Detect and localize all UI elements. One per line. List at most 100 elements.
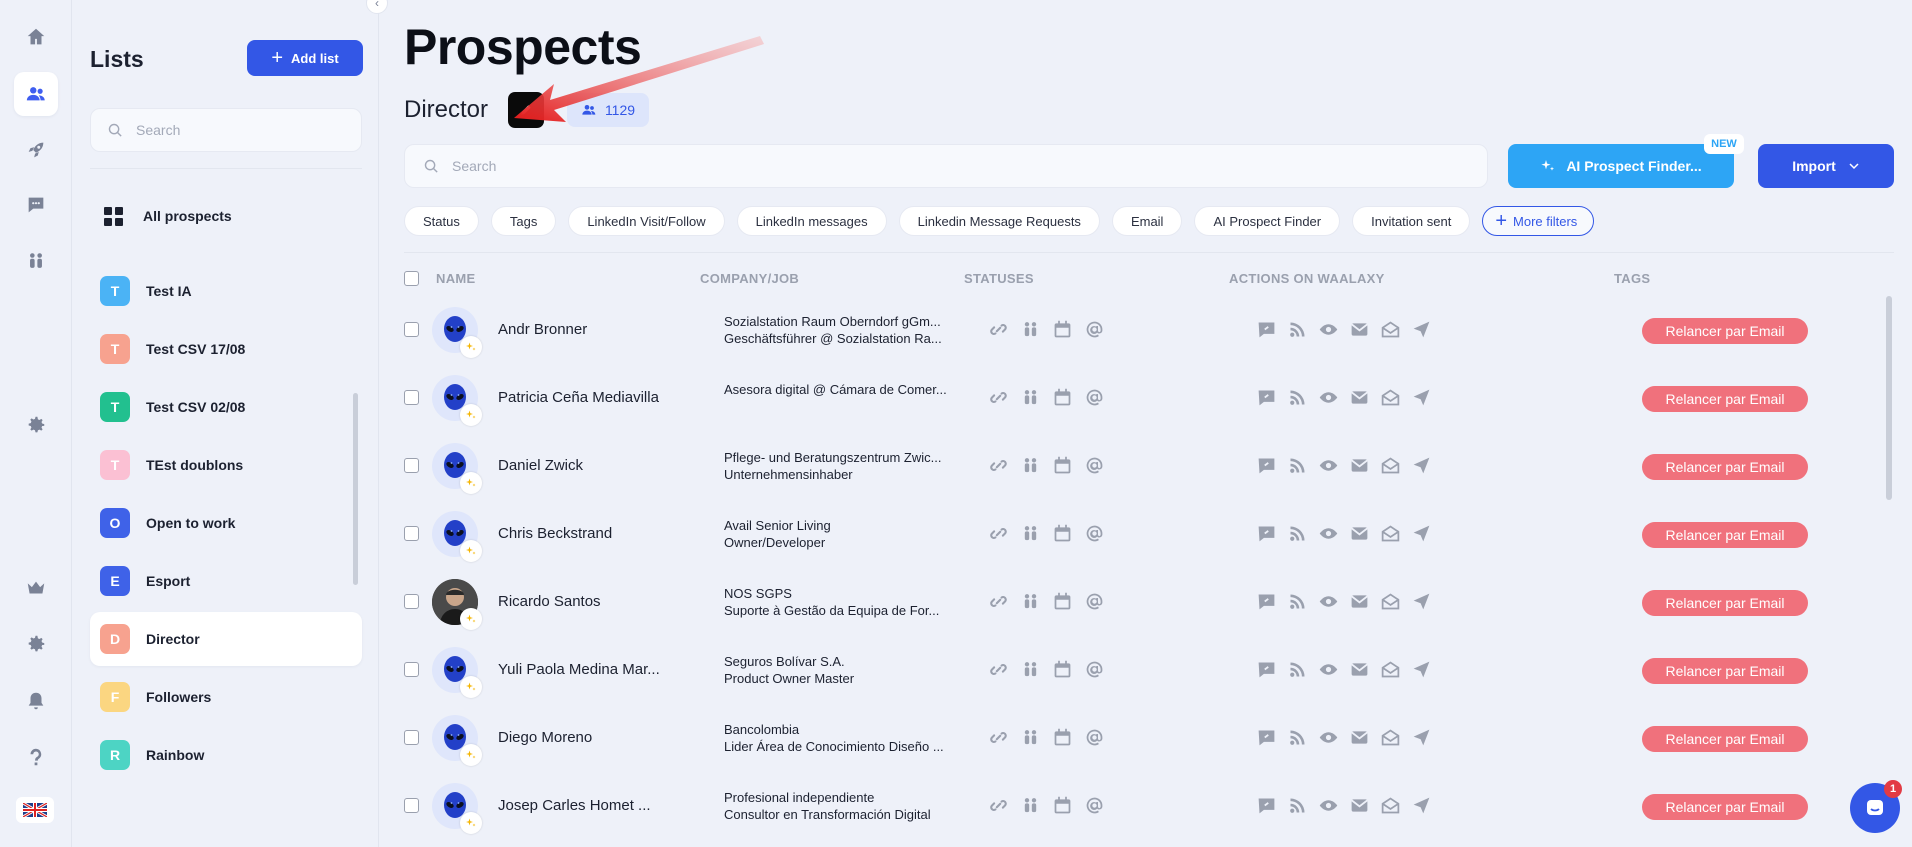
table-row[interactable]: Josep Carles Homet ... Profesional indep… [404,772,1894,840]
send-icon[interactable] [1411,523,1432,544]
at-icon[interactable] [1084,523,1105,544]
at-icon[interactable] [1084,727,1105,748]
email-open-icon[interactable] [1380,387,1401,408]
calendar-icon[interactable] [1052,387,1073,408]
filter-linkedin-message-requests[interactable]: Linkedin Message Requests [898,206,1100,236]
send-icon[interactable] [1411,727,1432,748]
link-icon[interactable] [988,319,1009,340]
at-icon[interactable] [1084,795,1105,816]
at-icon[interactable] [1084,455,1105,476]
list-item-test-doublons[interactable]: T TEst doublons [90,438,362,492]
linkedin-message-icon[interactable] [1256,387,1277,408]
bell-icon[interactable] [14,679,58,723]
filter-status[interactable]: Status [404,206,479,236]
prospects-icon[interactable] [14,72,58,116]
email-icon[interactable] [1349,455,1370,476]
home-icon[interactable] [14,15,58,59]
link-icon[interactable] [988,523,1009,544]
link-icon[interactable] [988,455,1009,476]
at-icon[interactable] [1084,659,1105,680]
list-item-test-ia[interactable]: T Test IA [90,264,362,318]
column-header-statuses[interactable]: STATUSES [964,271,1034,286]
tag-badge[interactable]: Relancer par Email [1642,386,1808,412]
team-icon[interactable] [1020,727,1041,748]
list-item-rainbow[interactable]: R Rainbow [90,728,362,782]
prospect-name[interactable]: Diego Moreno [498,729,592,746]
follow-icon[interactable] [1287,523,1308,544]
ai-prospect-finder-button[interactable]: AI Prospect Finder... [1508,144,1734,188]
follow-icon[interactable] [1287,387,1308,408]
email-icon[interactable] [1349,727,1370,748]
calendar-icon[interactable] [1052,523,1073,544]
linkedin-message-icon[interactable] [1256,727,1277,748]
email-open-icon[interactable] [1380,795,1401,816]
row-checkbox[interactable] [404,390,419,405]
email-open-icon[interactable] [1380,455,1401,476]
visit-icon[interactable] [1318,387,1339,408]
prospects-search-input[interactable]: Search [404,144,1488,188]
table-row[interactable]: Ricardo Santos NOS SGPS Suporte à Gestão… [404,568,1894,636]
settings-icon[interactable] [14,403,58,447]
link-icon[interactable] [988,659,1009,680]
tag-badge[interactable]: Relancer par Email [1642,522,1808,548]
more-filters-button[interactable]: + More filters [1482,206,1595,236]
prospect-name[interactable]: Chris Beckstrand [498,525,612,542]
visit-icon[interactable] [1318,319,1339,340]
email-open-icon[interactable] [1380,659,1401,680]
follow-icon[interactable] [1287,727,1308,748]
tag-badge[interactable]: Relancer par Email [1642,726,1808,752]
list-item-test-csv-1708[interactable]: T Test CSV 17/08 [90,322,362,376]
send-icon[interactable] [1411,591,1432,612]
linkedin-message-icon[interactable] [1256,591,1277,612]
row-checkbox[interactable] [404,594,419,609]
tag-badge[interactable]: Relancer par Email [1642,318,1808,344]
table-row[interactable]: Yuli Paola Medina Mar... Seguros Bolívar… [404,636,1894,704]
send-icon[interactable] [1411,319,1432,340]
list-item-esport[interactable]: E Esport [90,554,362,608]
filter-tags[interactable]: Tags [490,206,557,236]
prospect-name[interactable]: Patricia Ceña Mediavilla [498,389,659,406]
follow-icon[interactable] [1287,659,1308,680]
import-button[interactable]: Import [1758,144,1894,188]
email-open-icon[interactable] [1380,727,1401,748]
filter-email[interactable]: Email [1111,206,1183,236]
row-checkbox[interactable] [404,526,419,541]
filter-linkedin-messages[interactable]: LinkedIn messages [736,206,887,236]
table-row[interactable]: Andr Bronner Sozialstation Raum Oberndor… [404,296,1894,364]
email-open-icon[interactable] [1380,591,1401,612]
team-icon[interactable] [1020,387,1041,408]
team-icon[interactable] [14,239,58,283]
messages-icon[interactable] [14,183,58,227]
row-checkbox[interactable] [404,798,419,813]
linkedin-message-icon[interactable] [1256,659,1277,680]
linkedin-message-icon[interactable] [1256,319,1277,340]
linkedin-message-icon[interactable] [1256,795,1277,816]
email-icon[interactable] [1349,591,1370,612]
email-open-icon[interactable] [1380,523,1401,544]
visit-icon[interactable] [1318,659,1339,680]
link-icon[interactable] [988,591,1009,612]
link-icon[interactable] [988,795,1009,816]
lists-scrollbar[interactable] [353,393,358,585]
prospect-name[interactable]: Andr Bronner [498,321,587,338]
tag-badge[interactable]: Relancer par Email [1642,794,1808,820]
filter-ai-prospect-finder[interactable]: AI Prospect Finder [1194,206,1341,236]
linkedin-message-icon[interactable] [1256,455,1277,476]
team-icon[interactable] [1020,319,1041,340]
calendar-icon[interactable] [1052,455,1073,476]
table-row[interactable]: Patricia Ceña Mediavilla Asesora digital… [404,364,1894,432]
follow-icon[interactable] [1287,455,1308,476]
prospect-name[interactable]: Ricardo Santos [498,593,601,610]
calendar-icon[interactable] [1052,727,1073,748]
team-icon[interactable] [1020,455,1041,476]
email-icon[interactable] [1349,523,1370,544]
calendar-icon[interactable] [1052,659,1073,680]
send-icon[interactable] [1411,659,1432,680]
send-icon[interactable] [1411,455,1432,476]
column-header-company[interactable]: COMPANY/JOB [700,271,799,286]
row-checkbox[interactable] [404,458,419,473]
prospect-name[interactable]: Josep Carles Homet ... [498,797,651,814]
linkedin-message-icon[interactable] [1256,523,1277,544]
email-open-icon[interactable] [1380,319,1401,340]
prospect-name[interactable]: Yuli Paola Medina Mar... [498,661,660,678]
